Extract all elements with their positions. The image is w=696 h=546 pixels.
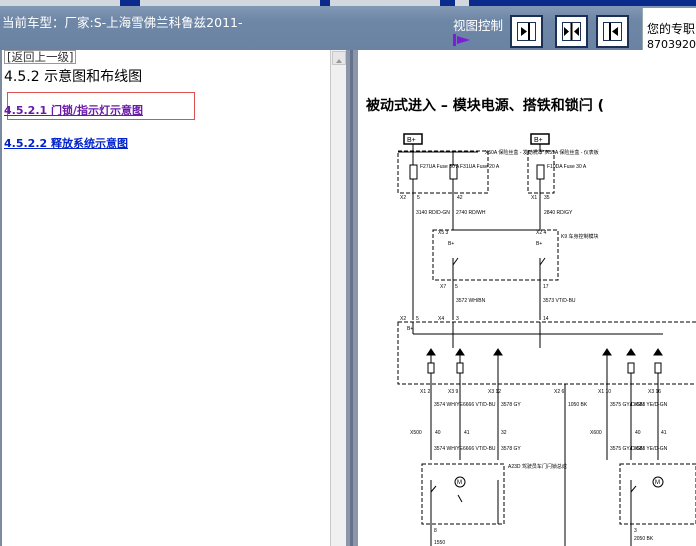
svg-text:3583 YE/D-GN: 3583 YE/D-GN (634, 446, 668, 452)
svg-text:X7: X7 (440, 284, 446, 290)
account-id: 87039209 (647, 38, 696, 50)
svg-text:3574 WH/YE: 3574 WH/YE (434, 446, 464, 452)
svg-text:32: 32 (501, 430, 507, 436)
svg-text:17: 17 (543, 284, 549, 290)
svg-text:3578 GY: 3578 GY (501, 402, 521, 408)
svg-text:M: M (457, 480, 462, 486)
top-toolbar: 当前车型：厂家:S-上海雪佛兰科鲁兹2011- 视图控制 您的专职 870392… (0, 0, 696, 50)
svg-text:3583 YE/D-GN: 3583 YE/D-GN (634, 402, 668, 408)
show-right-pane-button[interactable] (596, 15, 629, 48)
svg-text:2050 BK: 2050 BK (634, 536, 654, 542)
svg-text:X4: X4 (438, 316, 444, 322)
svg-text:F10DA Fuse 30 A: F10DA Fuse 30 A (547, 164, 587, 170)
left-pane-scrollbar[interactable] (330, 50, 347, 546)
svg-text:14: 14 (543, 316, 549, 322)
pane-right-arrow-icon (517, 22, 536, 41)
svg-text:1050 BK: 1050 BK (568, 402, 588, 408)
svg-text:X600: X600 (590, 430, 602, 436)
scroll-up-button[interactable] (332, 51, 346, 65)
navigation-pane: [返回上一级] 4.5.2 示意图和布线图 4.5.2.1 门锁/指示灯示意图 … (0, 50, 330, 546)
svg-text:X2 4: X2 4 (536, 230, 547, 236)
pane-edge (0, 50, 2, 546)
svg-text:M: M (655, 480, 660, 486)
pane-splitter[interactable] (346, 50, 358, 546)
svg-text:2740 RD/WH: 2740 RD/WH (456, 210, 486, 216)
svg-text:X3 9: X3 9 (448, 389, 459, 395)
battery-tag-left: B+ (403, 133, 423, 152)
svg-text:B+: B+ (534, 137, 543, 144)
svg-text:X500: X500 (410, 430, 422, 436)
svg-text:X1 10: X1 10 (598, 389, 611, 395)
svg-text:X2 6: X2 6 (554, 389, 565, 395)
view-control-label: 视图控制 (453, 18, 504, 33)
diagram-pane: 被动式进入 – 模块电源、搭铁和锁闩 ( B+ B+ X50A 保险丝盒 - 发… (358, 50, 696, 546)
svg-text:3578 GY: 3578 GY (501, 446, 521, 452)
svg-text:F27UA Fuse 30 A: F27UA Fuse 30 A (420, 164, 460, 170)
svg-text:3: 3 (634, 528, 637, 534)
svg-text:5: 5 (416, 316, 419, 322)
svg-text:8: 8 (434, 528, 437, 534)
svg-text:B+: B+ (448, 241, 454, 247)
svg-text:B+: B+ (536, 241, 542, 247)
svg-text:40: 40 (635, 430, 641, 436)
scroll-up-arrow-icon (336, 59, 342, 63)
driver-door-latch-assembly (421, 463, 505, 525)
svg-text:X5 3: X5 3 (438, 230, 449, 236)
fuse-f27ua (409, 164, 418, 180)
svg-text:X3 16: X3 16 (648, 389, 661, 395)
fuse-f10da (536, 164, 545, 180)
svg-text:3573 VT/D-BU: 3573 VT/D-BU (543, 298, 576, 304)
svg-text:35: 35 (544, 195, 550, 201)
svg-text:X2: X2 (400, 195, 406, 201)
svg-text:41: 41 (661, 430, 667, 436)
svg-text:6666 VT/D-BU: 6666 VT/D-BU (463, 402, 496, 408)
svg-text:5: 5 (455, 284, 458, 290)
svg-text:5: 5 (417, 195, 420, 201)
svg-text:3140 RD/D-GN: 3140 RD/D-GN (416, 210, 450, 216)
svg-text:3572 WH/BN: 3572 WH/BN (456, 298, 486, 304)
svg-text:1550: 1550 (434, 540, 445, 546)
link-release-system-schematic[interactable]: 4.5.2.2 释放系统示意图 (4, 135, 128, 151)
fuse-block-dash (527, 150, 555, 194)
svg-text:B+: B+ (407, 326, 413, 332)
back-link[interactable]: [返回上一级] (4, 50, 77, 64)
svg-text:42: 42 (457, 195, 463, 201)
wiring-schematic: B+ B+ X50A 保险丝盒 - 发动机罩下 F27UA Fuse 30 A … (397, 133, 696, 546)
svg-text:41: 41 (464, 430, 470, 436)
door-lock-module (397, 321, 696, 385)
svg-text:X2: X2 (400, 316, 406, 322)
module-switch-group-left (426, 348, 663, 384)
svg-text:2840 RD/GY: 2840 RD/GY (544, 210, 573, 216)
split-arrows-icon (562, 22, 581, 41)
svg-text:40: 40 (435, 430, 441, 436)
view-control-icon (453, 34, 470, 46)
pane-left-arrow-icon (603, 22, 622, 41)
account-label: 您的专职 (647, 22, 696, 36)
svg-text:X50A 保险丝盒 - 发动机罩下: X50A 保险丝盒 - 发动机罩下 (485, 149, 548, 156)
svg-text:A23D 驾驶员车门闩锁总成: A23D 驾驶员车门闩锁总成 (508, 463, 567, 470)
svg-text:X1: X1 (531, 195, 537, 201)
account-info: 您的专职 87039209 (642, 8, 696, 50)
svg-text:F31UA Fuse 20 A: F31UA Fuse 20 A (460, 164, 500, 170)
top-strip (0, 0, 696, 6)
svg-text:X51A 保险丝盒 - 仪表板: X51A 保险丝盒 - 仪表板 (546, 149, 599, 156)
body-control-module (432, 229, 559, 281)
svg-text:3: 3 (456, 316, 459, 322)
split-view-button[interactable] (555, 15, 588, 48)
show-left-pane-button[interactable] (510, 15, 543, 48)
section-title: 4.5.2 示意图和布线图 (4, 69, 143, 85)
svg-text:X1 2: X1 2 (420, 389, 431, 395)
svg-text:6666 VT/D-BU: 6666 VT/D-BU (463, 446, 496, 452)
svg-text:X3 12: X3 12 (488, 389, 501, 395)
svg-text:B+: B+ (407, 137, 416, 144)
svg-text:K9 车身控制模块: K9 车身控制模块 (561, 233, 599, 240)
fuse-block-underhood (397, 150, 489, 194)
link-door-lock-schematic[interactable]: 4.5.2.1 门锁/指示灯示意图 (4, 102, 143, 118)
svg-text:3574 WH/YE: 3574 WH/YE (434, 402, 464, 408)
current-vehicle-label: 当前车型：厂家:S-上海雪佛兰科鲁兹2011- (2, 15, 243, 30)
